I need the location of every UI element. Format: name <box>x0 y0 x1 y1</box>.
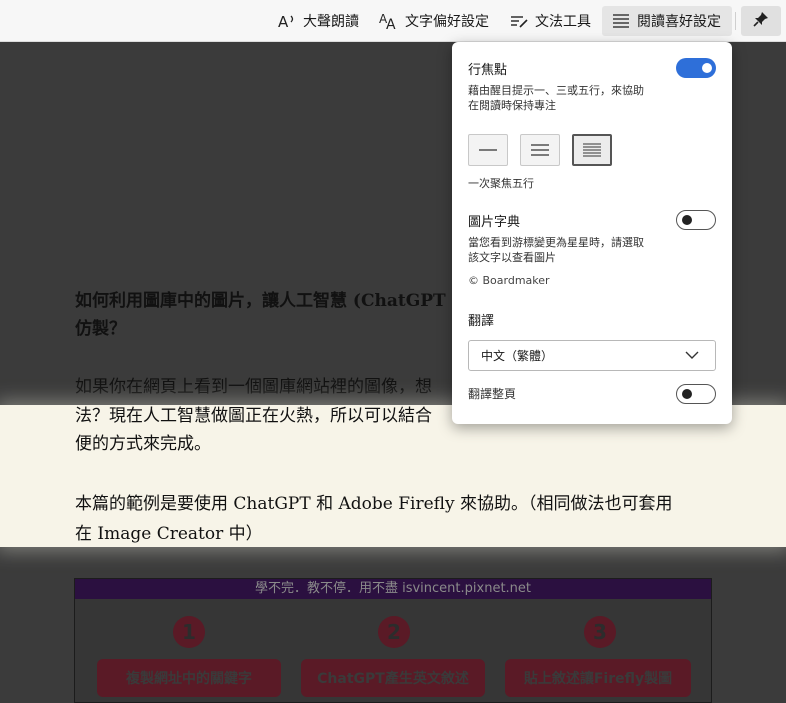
reading-preferences-button[interactable]: 閱讀喜好設定 <box>602 6 732 36</box>
five-lines-icon <box>583 143 601 157</box>
picture-dictionary-description-1: 當您看到游標變更為星星時，請選取 <box>468 236 644 249</box>
toolbar-divider <box>735 12 736 30</box>
svg-text:A: A <box>386 17 396 31</box>
line-focus-description-2: 在閱讀時保持專注 <box>468 99 556 112</box>
picture-dictionary-description-2: 該文字以查看圖片 <box>468 251 556 264</box>
toggle-knob <box>682 389 692 399</box>
focus-one-line-button[interactable] <box>468 134 508 166</box>
translate-page-toggle[interactable] <box>676 384 716 404</box>
grammar-icon <box>508 10 530 32</box>
text-preferences-label: 文字偏好設定 <box>405 14 489 30</box>
line-focus-description-1: 藉由醒目提示一、三或五行，來協助 <box>468 84 644 97</box>
text-preferences-button[interactable]: AA 文字偏好設定 <box>378 6 489 36</box>
read-aloud-button[interactable]: A 大聲朗讀 <box>276 6 359 36</box>
step-2-label: ChatGPT產生英文敘述 <box>301 659 485 697</box>
text-size-icon: AA <box>378 10 400 32</box>
line-focus-band: 法？現在人工智慧做圖正在火熱，所以可以結合 便的方式來完成。 本篇的範例是要使用… <box>0 405 786 547</box>
line-focus-title: 行焦點 <box>468 63 508 78</box>
article-heading-line-1: 如何利用圖庫中的圖片，讓人工智慧 (ChatGPT <box>75 291 446 311</box>
paragraph-2-line-1: 本篇的範例是要使用 ChatGPT 和 Adobe Firefly 來協助。（相… <box>75 494 673 514</box>
article-heading-line-2: 仿製？ <box>75 319 126 339</box>
grammar-tools-button[interactable]: 文法工具 <box>508 6 591 36</box>
step-2-number: 2 <box>378 616 410 648</box>
immersive-reader-toolbar: A 大聲朗讀 AA 文字偏好設定 文法工具 閱讀喜好設定 <box>0 0 786 42</box>
pin-button[interactable] <box>741 6 781 36</box>
paragraph-1-line-3: 便的方式來完成。 <box>75 434 211 454</box>
reading-preferences-label: 閱讀喜好設定 <box>637 14 721 30</box>
picture-dictionary-toggle[interactable] <box>676 210 716 230</box>
chevron-down-icon <box>685 349 699 364</box>
step-1-number: 1 <box>173 616 205 648</box>
focus-three-lines-button[interactable] <box>520 134 560 166</box>
line-focus-toggle[interactable] <box>676 58 716 78</box>
step-1-label: 複製網址中的關鍵字 <box>97 659 281 697</box>
read-aloud-label: 大聲朗讀 <box>303 14 359 30</box>
paragraph-2-line-2: 在 Image Creator 中） <box>75 524 263 544</box>
translate-page-label: 翻譯整頁 <box>468 387 517 401</box>
paragraph-1-line-2: 法？現在人工智慧做圖正在火熱，所以可以結合 <box>75 406 432 426</box>
step-3-label: 貼上敘述讓Firefly製圖 <box>505 659 691 697</box>
boardmaker-credit: © Boardmaker <box>468 274 550 287</box>
toggle-knob <box>682 215 692 225</box>
picture-dictionary-title: 圖片字典 <box>468 215 521 230</box>
infographic-header: 學不完．教不停．用不盡 isvincent.pixnet.net <box>75 579 711 599</box>
translate-language-select[interactable]: 中文（繁體） <box>468 340 716 371</box>
grammar-tools-label: 文法工具 <box>535 14 591 30</box>
reading-preferences-panel: 行焦點 藉由醒目提示一、三或五行，來協助 在閱讀時保持專注 一次聚焦五行 圖片字… <box>452 42 732 424</box>
pin-icon <box>752 10 770 32</box>
paragraph-1-line-1: 如果你在網頁上看到一個圖庫網站裡的圖像，想 <box>75 377 432 397</box>
translate-title: 翻譯 <box>468 314 495 329</box>
read-aloud-icon: A <box>276 10 298 32</box>
focus-five-lines-button[interactable] <box>572 134 612 166</box>
focus-lines-caption: 一次聚焦五行 <box>468 177 534 190</box>
lines-icon <box>610 10 632 32</box>
step-3-number: 3 <box>584 616 616 648</box>
three-lines-icon <box>531 144 549 156</box>
toggle-knob <box>702 63 712 73</box>
svg-text:A: A <box>278 13 289 31</box>
one-line-icon <box>479 149 497 151</box>
infographic-image: 學不完．教不停．用不盡 isvincent.pixnet.net 1 2 3 複… <box>74 578 712 703</box>
translate-language-value: 中文（繁體） <box>481 349 554 363</box>
